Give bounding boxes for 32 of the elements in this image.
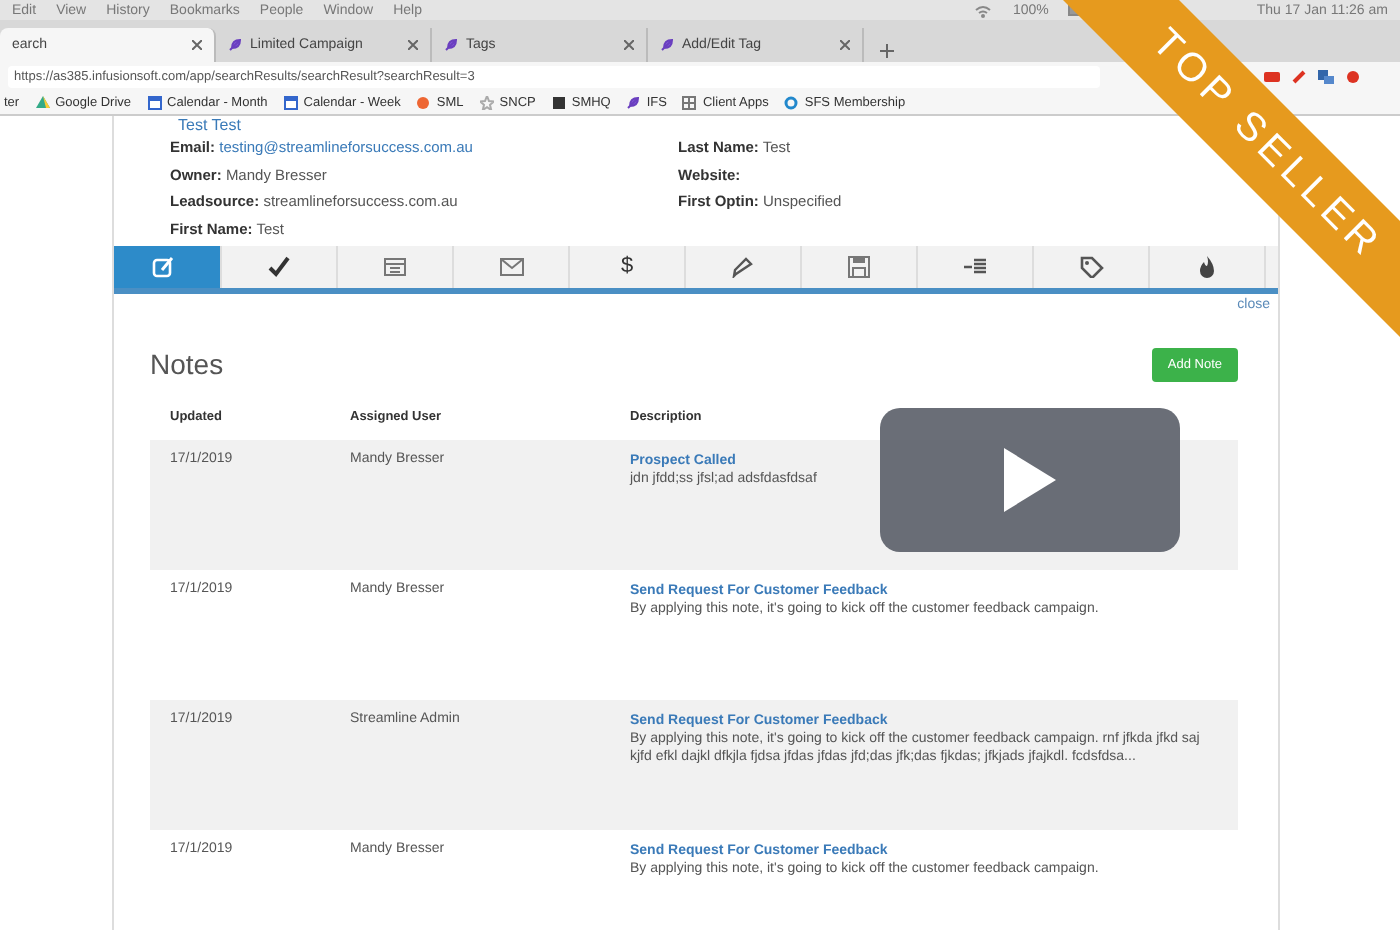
close-icon[interactable]: [624, 40, 634, 50]
feather-icon: [660, 38, 674, 52]
check-icon: [267, 255, 291, 277]
feather-icon: [444, 38, 458, 52]
calendar-icon: [383, 255, 407, 277]
flame-icon: [1195, 255, 1219, 277]
star-icon: [479, 95, 494, 109]
calendar-icon: [147, 95, 162, 109]
pin-icon[interactable]: [1292, 69, 1306, 83]
feather-icon: [228, 38, 242, 52]
notes-heading: Notes: [150, 348, 224, 380]
tag-icon: [1079, 255, 1103, 277]
play-icon: [1004, 448, 1056, 512]
square-icon: [551, 95, 566, 109]
list-icon: [963, 255, 987, 277]
close-icon[interactable]: [840, 40, 850, 50]
triangle-icon: [35, 95, 50, 109]
new-tab-icon[interactable]: [880, 44, 894, 62]
play-button[interactable]: [880, 408, 1180, 552]
grid-icon: [682, 95, 697, 109]
pencil-icon: [731, 255, 755, 277]
wifi-icon: [974, 3, 993, 17]
contact-name[interactable]: Test Test: [178, 116, 241, 134]
close-icon[interactable]: [408, 40, 418, 50]
calendar-icon: [283, 95, 298, 109]
feather-icon: [626, 95, 641, 109]
edit-icon: [151, 255, 175, 277]
save-icon: [847, 255, 871, 277]
mail-icon: [499, 255, 523, 277]
close-icon[interactable]: [192, 40, 202, 50]
circle-icon: [784, 95, 799, 109]
extension-icon[interactable]: [1264, 69, 1280, 83]
